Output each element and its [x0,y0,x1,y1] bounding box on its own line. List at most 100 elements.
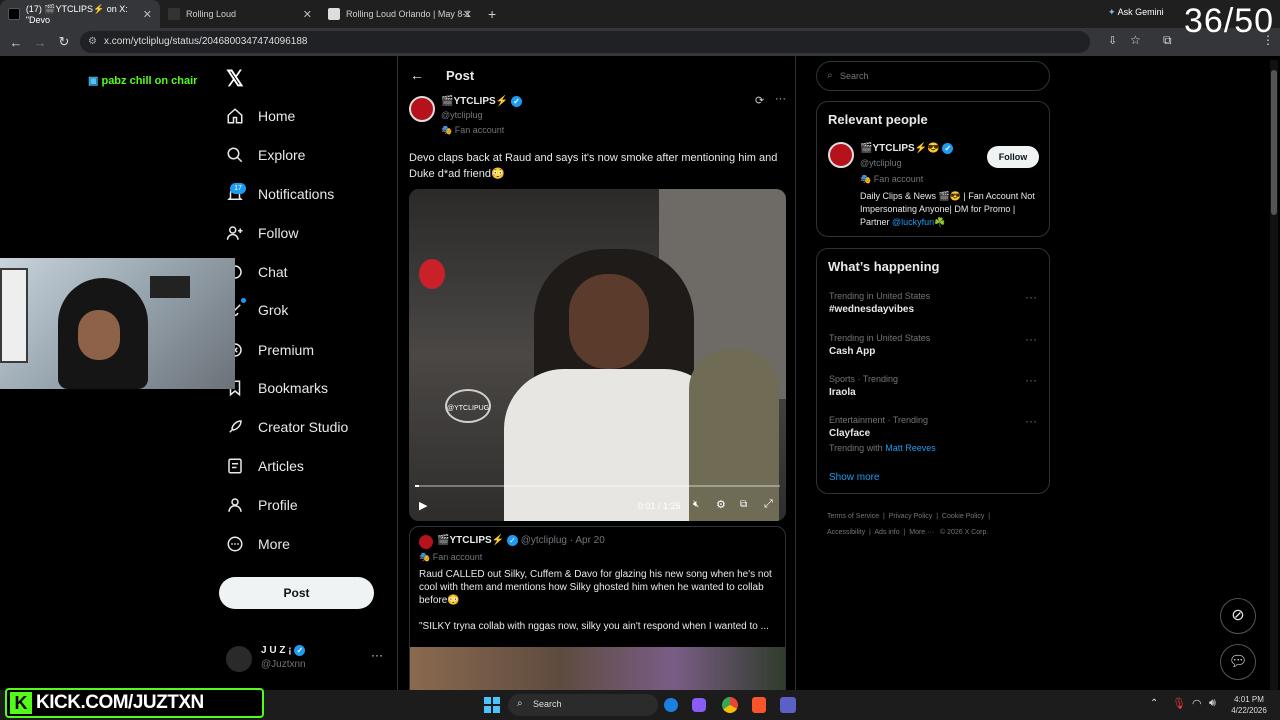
video-player[interactable]: @YTCLIPUG ▶ 0:01 / 1:25 🔇︎ ⚙ ⧉ ⤢ [409,189,786,521]
new-tab-button[interactable]: + [480,0,504,28]
taskbar-search[interactable]: ⌕ Search [508,694,658,716]
copilot-icon[interactable] [692,698,706,712]
nav-more[interactable]: More [226,530,290,558]
fan-account-text: Fan account [454,125,505,135]
close-tab-icon[interactable]: ✕ [463,8,472,21]
trend-title[interactable]: #wednesdayvibes [829,304,914,315]
trend-title[interactable]: Iraola [829,387,856,398]
footer-link[interactable]: Accessibility [827,529,865,536]
author-handle[interactable]: @ytcliplug [441,110,483,120]
nav-chat[interactable]: Chat [226,258,288,286]
person-name[interactable]: 🎬YTCLIPS⚡😎 ✓ [860,143,954,154]
install-app-icon[interactable]: ⇩ [1108,34,1117,47]
tab-title: (17) 🎬YTCLIPS⚡ on X: "Devo [25,3,128,25]
footer-links: Terms of Service | Privacy Policy | Cook… [827,513,991,536]
reload-icon[interactable]: ↻ [52,34,76,50]
quoted-post[interactable]: 🎬YTCLIPS⚡ ✓ @ytcliplug · Apr 20 🎭 Fan ac… [409,526,786,690]
nav-grok[interactable]: Grok [226,296,288,324]
ask-gemini-button[interactable]: ✦ Ask Gemini [1108,7,1164,18]
messages-float-icon[interactable]: 💬︎ [1220,644,1256,680]
account-name-text: J U Z ¡ [261,645,292,657]
person-fan-label: 🎭 Fan account [860,174,923,185]
trend-extra-prefix: Trending with [829,443,883,453]
chrome-icon[interactable] [722,697,738,713]
person-fan-text: Fan account [873,174,924,184]
microphone-icon[interactable]: 🎙︎ [1172,697,1186,710]
account-more-icon[interactable]: ··· [371,648,383,662]
trend-more-icon[interactable]: ··· [1025,332,1037,346]
close-tab-icon[interactable]: ✕ [303,8,312,21]
trend-title[interactable]: Clayface [829,428,870,439]
bookmark-star-icon[interactable]: ☆ [1130,33,1141,47]
footer-link[interactable]: Privacy Policy [889,513,933,520]
quoted-media[interactable] [410,647,785,690]
grok-analyze-icon[interactable]: ⟳ [755,94,764,107]
play-icon[interactable]: ▶ [419,499,427,512]
nav-follow[interactable]: Follow [226,219,298,247]
tray-chevron-icon[interactable]: ⌃ [1150,698,1158,709]
person-avatar[interactable] [828,142,854,168]
teams-icon[interactable] [780,697,796,713]
wall-frame [0,268,28,363]
search-box[interactable]: ⌕ Search [816,61,1050,91]
browser-tab[interactable]: Rolling Loud Orlando | May 8-1 ✕ [320,0,480,28]
nav-explore[interactable]: Explore [226,141,305,169]
nav-articles[interactable]: Articles [226,452,304,480]
nav-profile[interactable]: Profile [226,491,298,519]
brave-icon[interactable] [752,697,766,713]
nav-home[interactable]: Home [226,102,295,130]
author-name[interactable]: 🎬YTCLIPS⚡ ✓ [441,96,522,107]
footer-link[interactable]: More ··· [909,529,934,536]
follow-button[interactable]: Follow [987,146,1039,168]
footer-link[interactable]: Cookie Policy [942,513,984,520]
extensions-icon[interactable]: ⧉ [1163,33,1172,48]
person-bio-link[interactable]: @luckyfun [892,217,934,227]
wifi-icon[interactable]: ◠ [1192,697,1202,710]
address-bar[interactable]: ⚙ x.com/ytcliplug/status/204680034747409… [80,31,1090,53]
nav-bookmarks[interactable]: Bookmarks [226,374,328,402]
account-switcher[interactable]: J U Z ¡ ✓ @Juztxnn ··· [226,644,386,674]
close-tab-icon[interactable]: ✕ [143,8,152,21]
forward-icon[interactable]: → [28,35,52,50]
trend-more-icon[interactable]: ··· [1025,373,1037,387]
trend-meta: Sports · Trending [829,374,899,384]
tab-title: Rolling Loud [186,9,237,19]
video-second-person [689,349,779,521]
post-button[interactable]: Post [219,577,374,609]
footer-link[interactable]: Ads info [874,529,899,536]
author-avatar[interactable] [409,96,435,122]
show-more-link[interactable]: Show more [829,472,880,483]
trend-more-icon[interactable]: ··· [1025,414,1037,428]
nav-creator-studio[interactable]: Creator Studio [226,413,348,441]
video-progress-track[interactable] [415,485,780,487]
nav-label: Articles [258,458,304,474]
stream-title-text: pabz chill on chair [101,75,198,87]
edge-icon[interactable] [664,698,678,712]
fullscreen-icon[interactable]: ⤢ [764,498,773,511]
site-info-icon[interactable]: ⚙ [88,31,97,53]
back-arrow-icon[interactable]: ← [410,67,424,83]
browser-tab[interactable]: Rolling Loud ✕ [160,0,320,28]
post-more-icon[interactable]: ··· [775,93,786,105]
volume-icon[interactable]: 🔊︎ [1209,697,1216,710]
page-scrollbar[interactable] [1270,60,1278,690]
nav-premium[interactable]: Premium [226,336,314,364]
trend-more-icon[interactable]: ··· [1025,290,1037,304]
search-icon: ⌕ [517,698,523,709]
mute-icon[interactable]: 🔇︎ [693,499,699,510]
picture-in-picture-icon[interactable]: ⧉ [740,499,747,510]
grok-float-icon[interactable]: ⊘ [1220,598,1256,634]
search-icon [227,147,243,163]
search-icon: ⌕ [827,70,833,81]
scrollbar-thumb[interactable] [1271,70,1277,215]
browser-tab-active[interactable]: (17) 🎬YTCLIPS⚡ on X: "Devo ✕ [0,0,160,28]
windows-start-icon[interactable] [484,697,500,713]
notifications-badge: 17 [230,183,246,194]
x-logo-icon[interactable]: 𝕏 [226,66,244,92]
footer-link[interactable]: Terms of Service [827,513,879,520]
clock[interactable]: 4:01 PM 4/22/2026 [1228,694,1270,716]
trend-extra-link[interactable]: Matt Reeves [885,443,936,453]
settings-gear-icon[interactable]: ⚙ [716,498,726,511]
trend-title[interactable]: Cash App [829,346,875,357]
back-icon[interactable]: ← [4,35,28,50]
